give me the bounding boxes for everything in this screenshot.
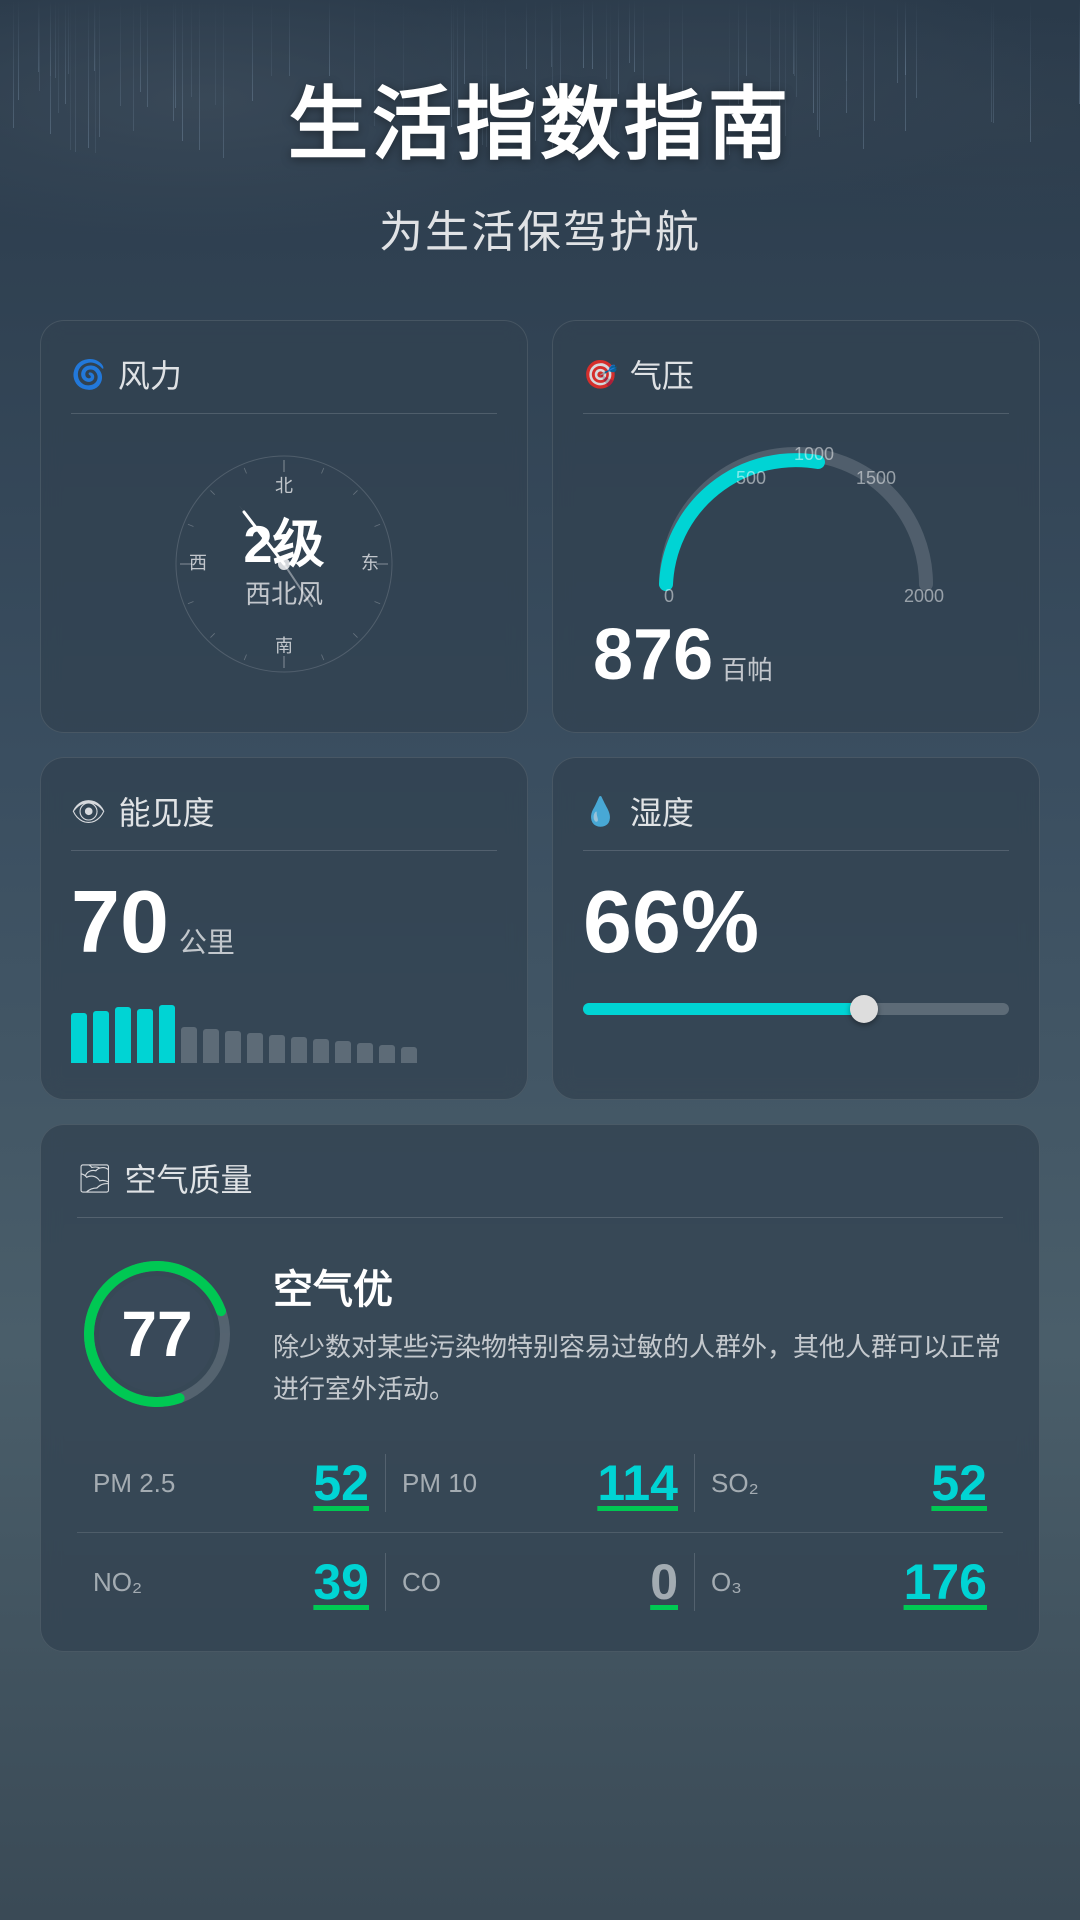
pressure-gauge: 0 500 1000 1500 2000 bbox=[583, 434, 1009, 604]
pollutant-divider bbox=[77, 1532, 1003, 1533]
pm25-name: PM 2.5 bbox=[93, 1468, 175, 1499]
o3-name: O₃ bbox=[711, 1567, 742, 1598]
humidity-card: 💧 湿度 66% bbox=[552, 757, 1040, 1100]
wind-card: 🌀 风力 bbox=[40, 320, 528, 733]
humidity-fill bbox=[583, 1003, 864, 1015]
visibility-bar-7 bbox=[225, 1031, 241, 1063]
visibility-bar-2 bbox=[115, 1007, 131, 1063]
visibility-card-header: 👁 能见度 bbox=[71, 788, 497, 851]
visibility-card-title: 能见度 bbox=[119, 788, 215, 834]
svg-text:东: 东 bbox=[361, 553, 379, 573]
svg-text:500: 500 bbox=[736, 468, 766, 488]
visibility-bar-1 bbox=[93, 1011, 109, 1063]
air-quality-icon: 🌫 bbox=[77, 1162, 113, 1195]
humidity-value: 66% bbox=[583, 871, 1009, 973]
air-quality-header: 🌫 空气质量 bbox=[77, 1155, 1003, 1218]
pollutants-row-2: NO₂ 39 CO 0 O₃ 176 bbox=[77, 1553, 1003, 1611]
aqi-circle: 77 bbox=[77, 1254, 237, 1414]
pressure-icon: 🎯 bbox=[583, 358, 618, 391]
co-value: 0 bbox=[650, 1553, 678, 1611]
wind-direction: 西北风 bbox=[244, 574, 325, 611]
pm10-cell: PM 10 114 bbox=[386, 1454, 695, 1512]
pm10-name: PM 10 bbox=[402, 1468, 477, 1499]
pressure-card-header: 🎯 气压 bbox=[583, 351, 1009, 414]
air-quality-description: 除少数对某些污染物特别容易过敏的人群外，其他人群可以正常进行室外活动。 bbox=[273, 1327, 1003, 1410]
visibility-bar-chart bbox=[71, 1003, 497, 1063]
humidity-card-title: 湿度 bbox=[630, 788, 694, 834]
air-quality-main: 77 空气优 除少数对某些污染物特别容易过敏的人群外，其他人群可以正常进行室外活… bbox=[77, 1254, 1003, 1414]
air-quality-label: 空气优 bbox=[273, 1257, 1003, 1315]
visibility-bar-15 bbox=[401, 1047, 417, 1063]
pm10-value: 114 bbox=[597, 1454, 678, 1512]
o3-cell: O₃ 176 bbox=[695, 1553, 1003, 1611]
wind-level: 2级 bbox=[244, 517, 325, 574]
so2-cell: SO₂ 52 bbox=[695, 1454, 1003, 1512]
humidity-card-header: 💧 湿度 bbox=[583, 788, 1009, 851]
visibility-bar-5 bbox=[181, 1027, 197, 1063]
aqi-value: 77 bbox=[121, 1297, 192, 1371]
page-subtitle: 为生活保驾护航 bbox=[40, 196, 1040, 260]
svg-text:0: 0 bbox=[664, 586, 674, 604]
so2-value: 52 bbox=[931, 1454, 987, 1512]
co-name: CO bbox=[402, 1567, 441, 1598]
pm25-cell: PM 2.5 52 bbox=[77, 1454, 386, 1512]
no2-name: NO₂ bbox=[93, 1567, 142, 1598]
pm25-value: 52 bbox=[313, 1454, 369, 1512]
visibility-bar-4 bbox=[159, 1005, 175, 1063]
air-quality-card: 🌫 空气质量 77 空气优 除少数对某些污染物特别容易过敏的人群外，其他人群可以… bbox=[40, 1124, 1040, 1652]
visibility-bar-8 bbox=[247, 1033, 263, 1063]
visibility-bar-9 bbox=[269, 1035, 285, 1063]
svg-text:1000: 1000 bbox=[794, 444, 834, 464]
pressure-value: 876 bbox=[593, 614, 713, 696]
svg-text:1500: 1500 bbox=[856, 468, 896, 488]
visibility-bar-11 bbox=[313, 1039, 329, 1063]
humidity-icon: 💧 bbox=[583, 795, 618, 828]
visibility-bar-10 bbox=[291, 1037, 307, 1063]
visibility-bar-0 bbox=[71, 1013, 87, 1063]
visibility-bar-3 bbox=[137, 1009, 153, 1063]
wind-card-title: 风力 bbox=[118, 351, 182, 397]
visibility-value: 70 bbox=[71, 871, 169, 973]
svg-text:南: 南 bbox=[275, 636, 293, 656]
pressure-unit: 百帕 bbox=[721, 650, 773, 687]
visibility-bar-14 bbox=[379, 1045, 395, 1063]
no2-value: 39 bbox=[313, 1553, 369, 1611]
wind-info: 2级 西北风 bbox=[244, 517, 325, 611]
visibility-bar-6 bbox=[203, 1029, 219, 1063]
visibility-unit: 公里 bbox=[179, 921, 235, 961]
pressure-card: 🎯 气压 0 500 1000 1500 2000 876 bbox=[552, 320, 1040, 733]
visibility-card: 👁 能见度 70 公里 bbox=[40, 757, 528, 1100]
pressure-gauge-svg: 0 500 1000 1500 2000 bbox=[646, 434, 946, 604]
visibility-icon: 👁 bbox=[71, 795, 107, 828]
svg-text:北: 北 bbox=[275, 476, 293, 496]
pressure-card-title: 气压 bbox=[630, 351, 694, 397]
air-quality-desc-block: 空气优 除少数对某些污染物特别容易过敏的人群外，其他人群可以正常进行室外活动。 bbox=[273, 1257, 1003, 1410]
wind-card-header: 🌀 风力 bbox=[71, 351, 497, 414]
pollutants-row-1: PM 2.5 52 PM 10 114 SO₂ 52 bbox=[77, 1454, 1003, 1512]
top-cards-grid: 🌀 风力 bbox=[40, 320, 1040, 1100]
visibility-value-row: 70 公里 bbox=[71, 871, 497, 973]
co-cell: CO 0 bbox=[386, 1553, 695, 1611]
air-quality-title: 空气质量 bbox=[125, 1155, 253, 1201]
visibility-bar-12 bbox=[335, 1041, 351, 1063]
compass-container: 北 南 西 东 2级 西北风 bbox=[71, 434, 497, 694]
o3-value: 176 bbox=[904, 1553, 987, 1611]
svg-text:西: 西 bbox=[189, 553, 207, 573]
wind-icon: 🌀 bbox=[71, 358, 106, 391]
humidity-slider bbox=[583, 1003, 1009, 1015]
pressure-value-row: 876 百帕 bbox=[583, 614, 1009, 696]
no2-cell: NO₂ 39 bbox=[77, 1553, 386, 1611]
svg-text:2000: 2000 bbox=[904, 586, 944, 604]
humidity-thumb bbox=[850, 995, 878, 1023]
visibility-bar-13 bbox=[357, 1043, 373, 1063]
so2-name: SO₂ bbox=[711, 1468, 759, 1499]
page-title: 生活指数指南 bbox=[40, 60, 1040, 176]
